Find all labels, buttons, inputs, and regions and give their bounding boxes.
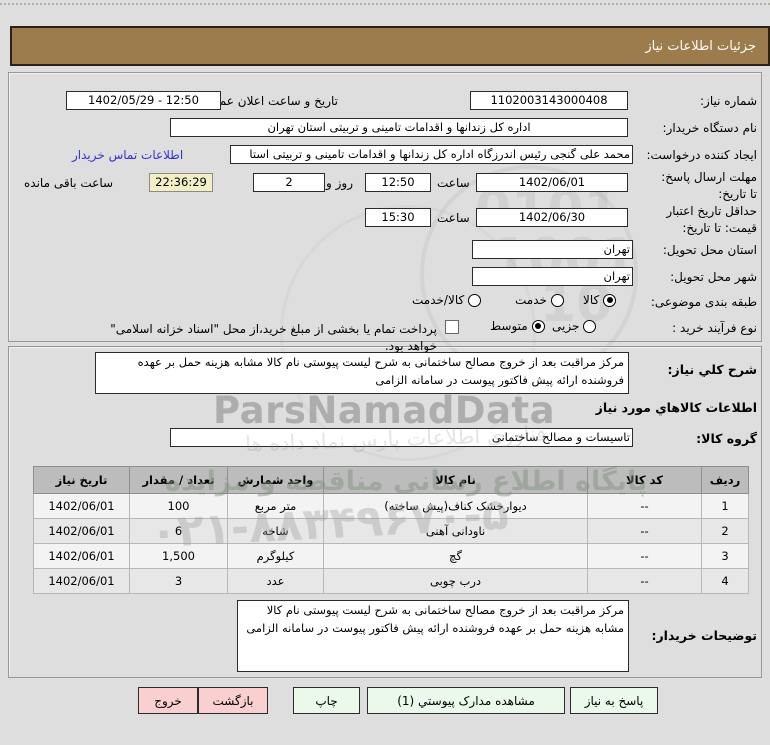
cell-unit: کیلوگرم: [227, 543, 324, 569]
cell-need-date: 1402/06/01: [33, 568, 130, 594]
table-row: 2 -- ناودانی آهنی شاخه 6 1402/06/01: [33, 518, 749, 544]
need-number-label: شماره نیاز:: [700, 94, 757, 108]
process-type-label: نوع فرآیند خرید :: [672, 321, 757, 335]
cell-goods-code: --: [587, 568, 702, 594]
request-creator-label: ایجاد کننده درخواست:: [646, 148, 757, 162]
delivery-city-field[interactable]: تهران: [472, 267, 633, 286]
radio-partial-label: جزیی: [552, 319, 580, 333]
cell-unit: شاخه: [227, 518, 324, 544]
buyer-org-label: نام دستگاه خریدار:: [662, 121, 758, 135]
table-row: 3 -- گچ کیلوگرم 1,500 1402/06/01: [33, 543, 749, 569]
need-details-page: 0101 1001 10 جزئیات اطلاعات نیاز شماره ن…: [0, 0, 770, 745]
radio-goods-service-label: کالا/خدمت: [412, 293, 465, 307]
radio-partial[interactable]: جزیی: [552, 319, 597, 333]
print-button[interactable]: چاپ: [293, 687, 360, 714]
countdown-timer: 22:36:29: [149, 173, 213, 192]
radio-goods-service[interactable]: کالا/خدمت: [412, 293, 482, 307]
cell-need-date: 1402/06/01: [33, 493, 130, 519]
radio-medium[interactable]: متوسط: [490, 319, 545, 333]
validity-hour-label: ساعت: [437, 211, 470, 225]
top-divider: [0, 3, 770, 5]
goods-section-heading: اطلاعات کالاهاي مورد نیاز: [595, 400, 757, 415]
table-row: 1 -- دیوارخشک کناف(پیش ساخته) متر مربع 1…: [33, 493, 749, 519]
respond-to-need-button[interactable]: پاسخ به نیاز: [570, 687, 658, 714]
radio-goods-icon[interactable]: [603, 293, 617, 307]
treasury-docs-checkbox[interactable]: [445, 320, 459, 334]
delivery-province-label: استان محل تحویل:: [662, 243, 757, 257]
col-unit: واحد شمارش: [227, 466, 324, 494]
cell-goods-name: گچ: [323, 543, 588, 569]
cell-goods-name: درب چوبی: [323, 568, 588, 594]
cell-unit: متر مربع: [227, 493, 324, 519]
days-and-label: روز و: [326, 176, 353, 190]
validity-time-field[interactable]: 15:30: [365, 208, 431, 227]
cell-need-date: 1402/06/01: [33, 543, 130, 569]
radio-medium-icon[interactable]: [531, 319, 545, 333]
cell-row-number: 3: [701, 543, 749, 569]
cell-goods-name: دیوارخشک کناف(پیش ساخته): [323, 493, 588, 519]
radio-goods-service-icon[interactable]: [468, 293, 482, 307]
col-row-number: ردیف: [701, 466, 749, 494]
treasury-docs-label: پرداخت تمام یا بخشی از مبلغ خرید،از محل …: [110, 322, 437, 354]
cell-goods-code: --: [587, 543, 702, 569]
cell-row-number: 1: [701, 493, 749, 519]
radio-goods-label: کالا: [583, 293, 600, 307]
deadline-date-field[interactable]: 1402/06/01: [476, 173, 628, 192]
col-goods-code: کد کالا: [587, 466, 702, 494]
radio-medium-label: متوسط: [490, 319, 528, 333]
goods-group-field[interactable]: تاسیسات و مصالح ساختمانی: [170, 428, 633, 447]
need-desc-box: مرکز مراقبت بعد از خروج مصالح ساختمانی ب…: [95, 352, 629, 394]
buyer-contact-link[interactable]: اطلاعات تماس خریدار: [72, 148, 183, 162]
col-goods-name: نام کالا: [323, 466, 588, 494]
cell-quantity: 100: [129, 493, 228, 519]
col-quantity: تعداد / مقدار: [129, 466, 228, 494]
col-need-date: تاریخ نیاز: [33, 466, 130, 494]
page-title: جزئیات اطلاعات نیاز: [10, 26, 770, 66]
cell-goods-name: ناودانی آهنی: [323, 518, 588, 544]
cell-quantity: 6: [129, 518, 228, 544]
cell-quantity: 3: [129, 568, 228, 594]
back-button[interactable]: بازگشت: [198, 687, 268, 714]
table-row: 4 -- درب چوبی عدد 3 1402/06/01: [33, 568, 749, 594]
view-attached-docs-button[interactable]: مشاهده مدارک پیوستي (1): [367, 687, 565, 714]
radio-partial-icon[interactable]: [583, 319, 597, 333]
delivery-province-field[interactable]: تهران: [472, 240, 633, 259]
radio-service[interactable]: خدمت: [515, 293, 564, 307]
radio-service-label: خدمت: [515, 293, 547, 307]
hours-remaining-label: ساعت باقی مانده: [24, 176, 114, 190]
need-number-field[interactable]: 1102003143000408: [470, 91, 628, 110]
validity-date-field[interactable]: 1402/06/30: [476, 208, 628, 227]
deadline-time-field[interactable]: 12:50: [365, 173, 431, 192]
goods-table: ردیف کد کالا نام کالا واحد شمارش تعداد /…: [33, 466, 749, 594]
days-remaining-field[interactable]: 2: [253, 173, 325, 192]
exit-button[interactable]: خروج: [138, 687, 198, 714]
response-deadline-label: مهلت ارسال پاسخ: تا تاریخ:: [661, 170, 757, 202]
cell-unit: عدد: [227, 568, 324, 594]
subject-class-label: طبقه بندی موضوعی:: [650, 295, 757, 309]
buyer-notes-label: توضیحات خریدار:: [651, 628, 757, 643]
radio-goods[interactable]: کالا: [583, 293, 617, 307]
cell-goods-code: --: [587, 518, 702, 544]
price-validity-label: حداقل تاریخ اعتبار قیمت: تا تاریخ:: [666, 204, 757, 236]
announce-datetime-field[interactable]: 1402/05/29 - 12:50: [66, 91, 221, 110]
delivery-city-label: شهر محل تحویل:: [670, 270, 757, 284]
deadline-hour-label: ساعت: [437, 176, 470, 190]
buyer-org-field[interactable]: اداره کل زندانها و اقدامات تامینی و تربی…: [170, 118, 628, 137]
radio-service-icon[interactable]: [550, 293, 564, 307]
cell-quantity: 1,500: [129, 543, 228, 569]
buyer-notes-box: مرکز مراقبت بعد از خروج مصالح ساختمانی ب…: [237, 600, 629, 672]
cell-row-number: 2: [701, 518, 749, 544]
cell-row-number: 4: [701, 568, 749, 594]
request-creator-field[interactable]: محمد علی گنجی رئیس اندرزگاه اداره کل زند…: [230, 145, 633, 164]
goods-table-header-row: ردیف کد کالا نام کالا واحد شمارش تعداد /…: [33, 466, 749, 494]
need-desc-label: شرح کلي نیاز:: [667, 362, 757, 377]
cell-need-date: 1402/06/01: [33, 518, 130, 544]
cell-goods-code: --: [587, 493, 702, 519]
goods-group-label: گروه کالا:: [696, 431, 757, 446]
